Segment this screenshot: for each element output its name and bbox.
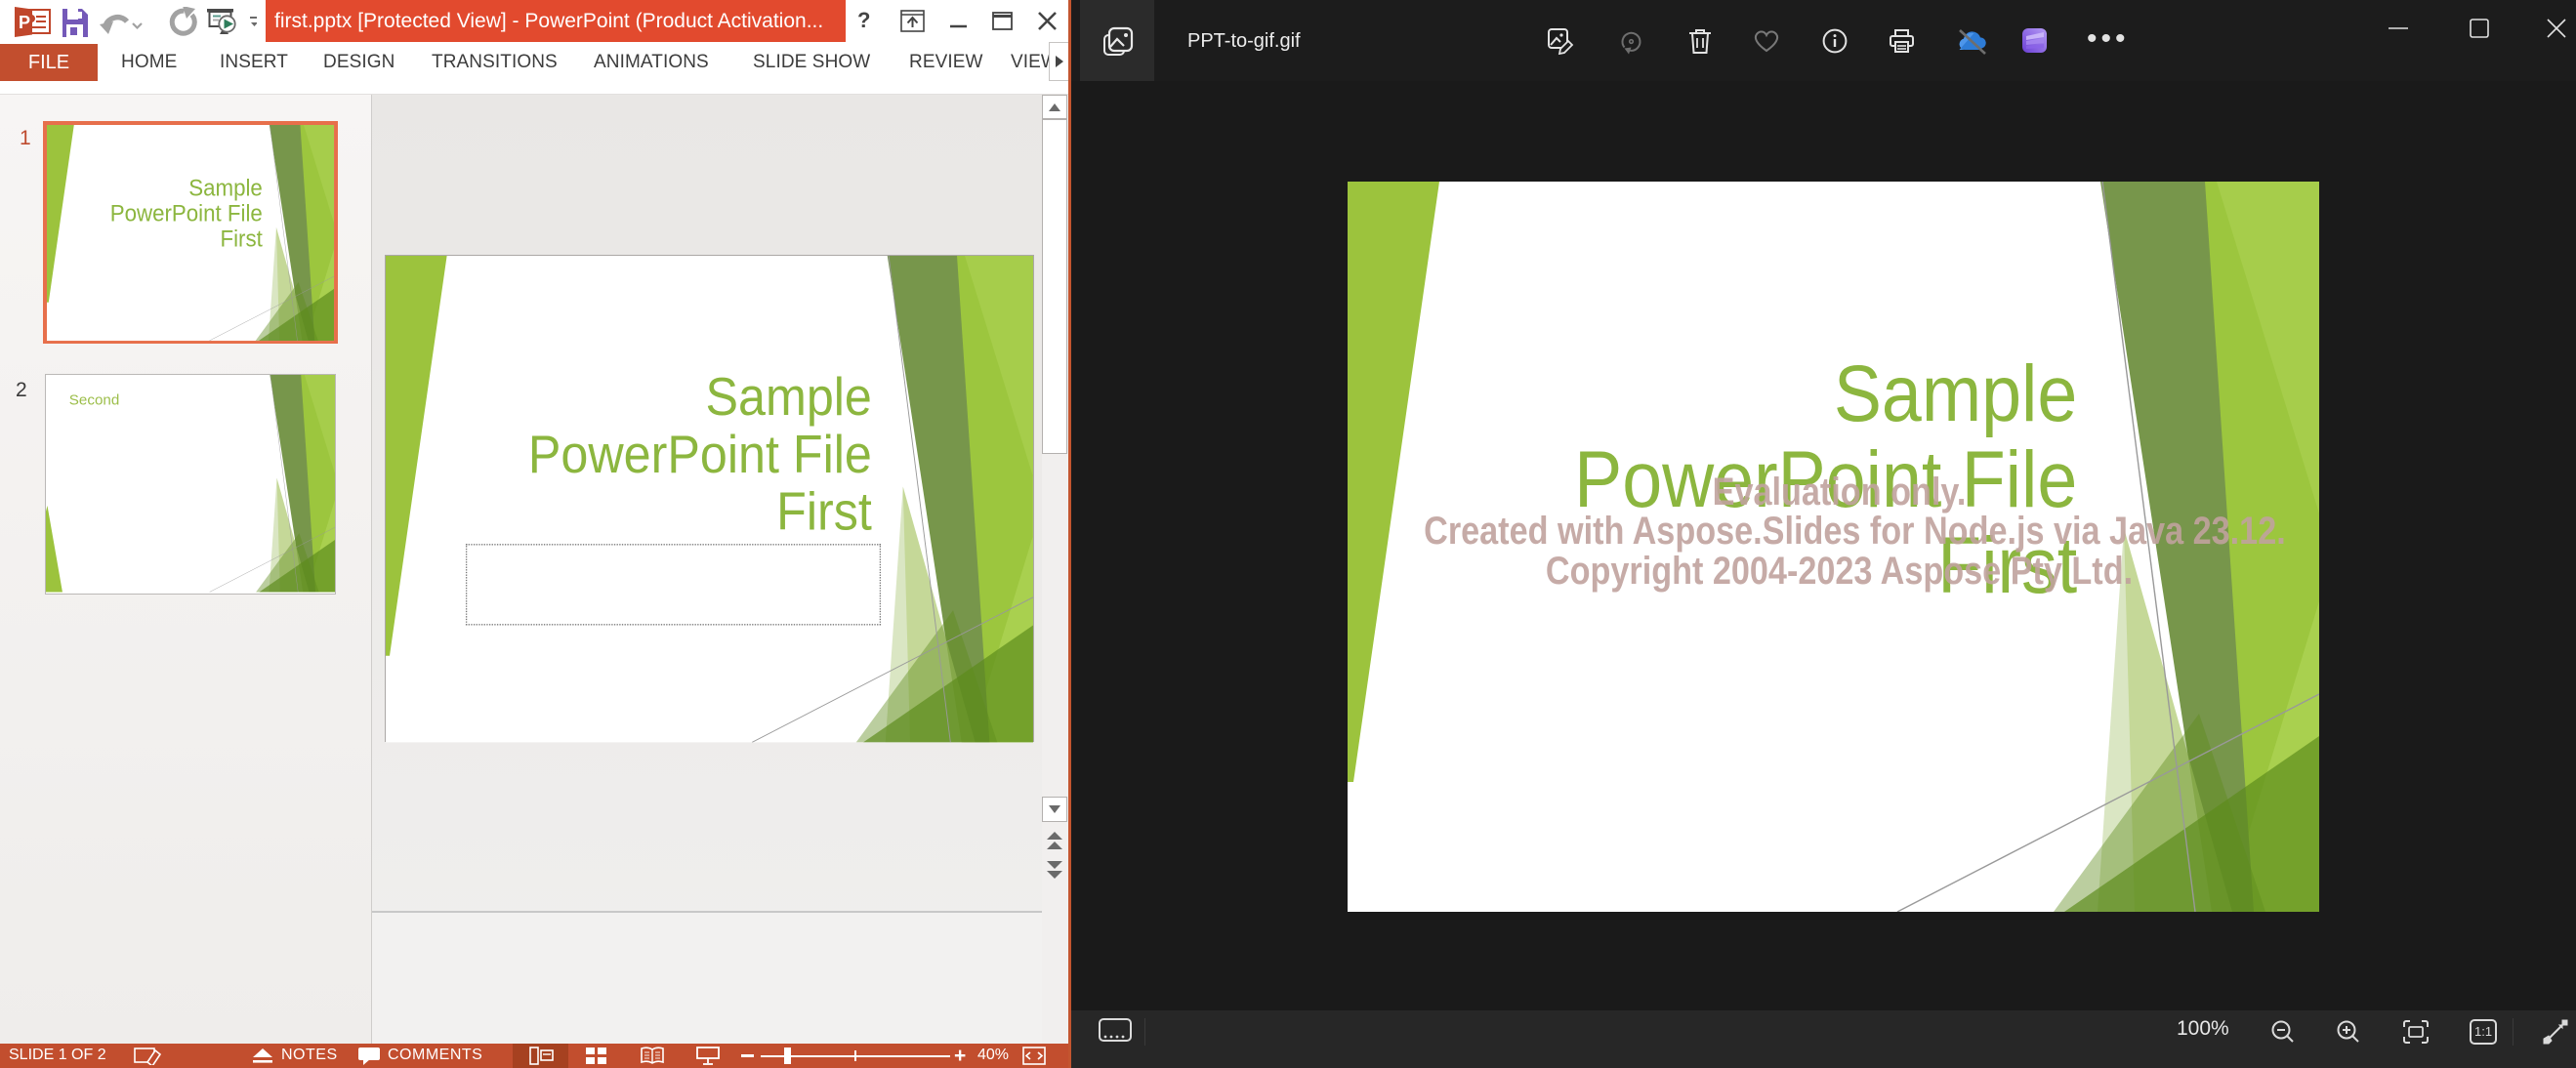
svg-text:P: P <box>19 13 30 32</box>
